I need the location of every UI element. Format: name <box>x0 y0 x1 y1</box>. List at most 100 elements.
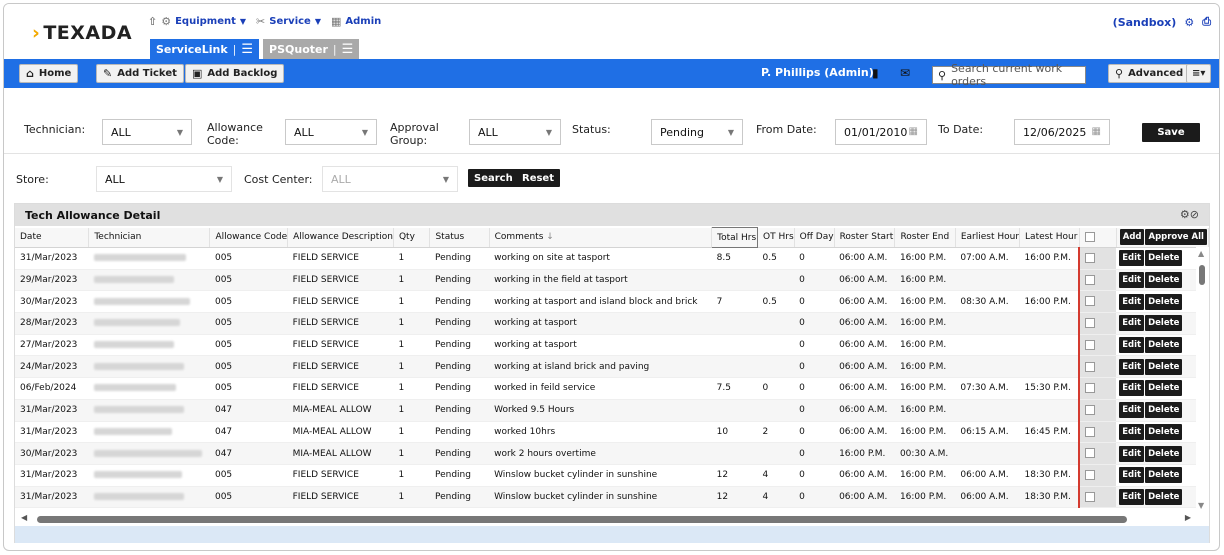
print-icon[interactable]: ⎙ <box>1202 15 1211 29</box>
scroll-right-icon[interactable]: ▶ <box>1185 513 1191 522</box>
delete-button[interactable]: Delete <box>1145 488 1183 505</box>
delete-button[interactable]: Delete <box>1145 445 1183 462</box>
calendar-icon[interactable]: ▦ <box>909 126 918 137</box>
delete-button[interactable]: Delete <box>1145 250 1183 267</box>
col-ot-hrs[interactable]: OT Hrs <box>757 227 795 248</box>
col-off-day[interactable]: Off Day <box>794 227 835 248</box>
up-arrow-icon[interactable]: ⇧ <box>148 15 157 28</box>
nav-service[interactable]: ✂ Service ▼ <box>256 15 321 28</box>
delete-button[interactable]: Delete <box>1145 380 1183 397</box>
scroll-thumb[interactable] <box>1199 265 1205 285</box>
col-date[interactable]: Date <box>15 227 90 248</box>
reset-button[interactable]: Reset <box>516 169 560 187</box>
texada-logo[interactable]: › TEXADA <box>32 22 132 44</box>
edit-button[interactable]: Edit <box>1119 250 1145 267</box>
notification-icon[interactable]: ▮ <box>872 66 879 80</box>
hide-icon[interactable]: ⊘ <box>1190 208 1199 221</box>
nav-equipment[interactable]: ⚙ Equipment ▼ <box>161 15 246 28</box>
scroll-thumb[interactable] <box>37 516 1127 523</box>
edit-button[interactable]: Edit <box>1119 293 1145 310</box>
table-row[interactable]: 29/Mar/2023 005 FIELD SERVICE 1 Pending worki… <box>15 269 1209 292</box>
delete-button[interactable]: Delete <box>1145 337 1183 354</box>
row-checkbox[interactable] <box>1085 426 1096 437</box>
edit-button[interactable]: Edit <box>1119 423 1145 440</box>
from-date-input[interactable]: 01/01/2010 ▦ <box>835 119 927 145</box>
row-checkbox[interactable] <box>1085 491 1096 502</box>
col-allowance-code[interactable]: Allowance Code <box>209 227 289 248</box>
table-row[interactable]: 30/Mar/2023 047 MIA-MEAL ALLOW 1 Pending work… <box>15 442 1209 465</box>
table-row[interactable]: 31/Mar/2023 005 FIELD SERVICE 1 Pending Winsl… <box>15 486 1209 509</box>
select-all-checkbox[interactable] <box>1084 232 1095 242</box>
col-roster-start[interactable]: Roster Start <box>834 227 896 248</box>
delete-button[interactable]: Delete <box>1145 293 1183 310</box>
row-checkbox[interactable] <box>1085 318 1096 329</box>
cost-center-select[interactable]: ALL ▼ <box>322 166 458 192</box>
allowance-code-select[interactable]: ALL ▼ <box>285 119 377 145</box>
approve-all-button[interactable]: Approve All <box>1145 229 1207 246</box>
search-button[interactable]: Search <box>468 169 519 187</box>
delete-button[interactable]: Delete <box>1145 467 1183 484</box>
add-button[interactable]: Add <box>1119 229 1145 246</box>
edit-button[interactable]: Edit <box>1119 488 1145 505</box>
table-row[interactable]: 28/Mar/2023 005 FIELD SERVICE 1 Pending worki… <box>15 312 1209 335</box>
store-select[interactable]: ALL ▼ <box>96 166 232 192</box>
col-roster-end[interactable]: Roster End <box>894 227 956 248</box>
delete-button[interactable]: Delete <box>1145 358 1183 375</box>
edit-button[interactable]: Edit <box>1119 445 1145 462</box>
edit-button[interactable]: Edit <box>1119 380 1145 397</box>
col-latest-hour[interactable]: Latest Hour <box>1019 227 1080 248</box>
edit-button[interactable]: Edit <box>1119 272 1145 289</box>
current-user[interactable]: P. Phillips (Admin) <box>761 66 874 79</box>
gear-icon[interactable]: ⚙ <box>1184 16 1194 29</box>
table-row[interactable]: 31/Mar/2023 047 MIA-MEAL ALLOW 1 Pending Work… <box>15 399 1209 422</box>
edit-button[interactable]: Edit <box>1119 467 1145 484</box>
row-checkbox[interactable] <box>1085 404 1096 415</box>
row-checkbox[interactable] <box>1085 253 1096 264</box>
col-status[interactable]: Status <box>429 227 490 248</box>
calendar-icon[interactable]: ▦ <box>1092 126 1101 137</box>
nav-admin[interactable]: ▦ Admin <box>331 15 381 28</box>
delete-button[interactable]: Delete <box>1145 423 1183 440</box>
vertical-scrollbar[interactable]: ▲ ▼ <box>1196 247 1209 512</box>
tab-servicelink[interactable]: ServiceLink | ☰ <box>150 39 260 59</box>
row-checkbox[interactable] <box>1085 448 1096 459</box>
horizontal-scrollbar[interactable]: ◀ ▶ <box>15 513 1195 525</box>
settings-icon[interactable]: ⚙ <box>1180 208 1190 221</box>
row-checkbox[interactable] <box>1085 339 1096 350</box>
hamburger-menu-icon[interactable]: ☰ <box>342 43 354 56</box>
table-row[interactable]: 31/Mar/2023 047 MIA-MEAL ALLOW 1 Pending work… <box>15 421 1209 444</box>
scroll-left-icon[interactable]: ◀ <box>21 513 27 522</box>
status-select[interactable]: Pending ▼ <box>651 119 743 145</box>
row-checkbox[interactable] <box>1085 274 1096 285</box>
technician-select[interactable]: ALL ▼ <box>102 119 192 145</box>
add-ticket-button[interactable]: ✎ Add Ticket <box>96 64 184 83</box>
edit-button[interactable]: Edit <box>1119 337 1145 354</box>
col-earliest-hour[interactable]: Earliest Hour <box>955 227 1021 248</box>
message-icon[interactable]: ✉ <box>900 66 910 80</box>
table-row[interactable]: 06/Feb/2024 005 FIELD SERVICE 1 Pending worke… <box>15 377 1209 400</box>
col-allowance-description[interactable]: Allowance Description <box>287 227 394 248</box>
table-row[interactable]: 27/Mar/2023 005 FIELD SERVICE 1 Pending worki… <box>15 334 1209 357</box>
scroll-down-icon[interactable]: ▼ <box>1198 501 1204 510</box>
table-row[interactable]: 31/Mar/2023 005 FIELD SERVICE 1 Pending worki… <box>15 247 1209 270</box>
col-total-hrs[interactable]: Total Hrs <box>711 227 759 248</box>
col-comments[interactable]: Comments ↓ <box>489 227 713 248</box>
col-technician[interactable]: Technician <box>88 227 211 248</box>
row-checkbox[interactable] <box>1085 296 1096 307</box>
hamburger-menu-icon[interactable]: ☰ <box>241 43 253 56</box>
approval-group-select[interactable]: ALL ▼ <box>469 119 561 145</box>
row-checkbox[interactable] <box>1085 361 1096 372</box>
edit-button[interactable]: Edit <box>1119 358 1145 375</box>
delete-button[interactable]: Delete <box>1145 402 1183 419</box>
table-row[interactable]: 24/Mar/2023 005 FIELD SERVICE 1 Pending worki… <box>15 355 1209 379</box>
advanced-search-button[interactable]: ⚲ Advanced <box>1108 64 1191 83</box>
table-row[interactable]: 30/Mar/2023 005 FIELD SERVICE 1 Pending worki… <box>15 290 1209 314</box>
scroll-up-icon[interactable]: ▲ <box>1198 249 1204 258</box>
row-checkbox[interactable] <box>1085 383 1096 394</box>
col-qty[interactable]: Qty <box>393 227 431 248</box>
tab-psquoter[interactable]: PSQuoter | ☰ <box>263 39 360 59</box>
delete-button[interactable]: Delete <box>1145 315 1183 332</box>
view-menu-button[interactable]: ≡▾ <box>1186 64 1212 83</box>
search-input[interactable]: ⚲ Search current work orders <box>932 62 1086 88</box>
edit-button[interactable]: Edit <box>1119 315 1145 332</box>
